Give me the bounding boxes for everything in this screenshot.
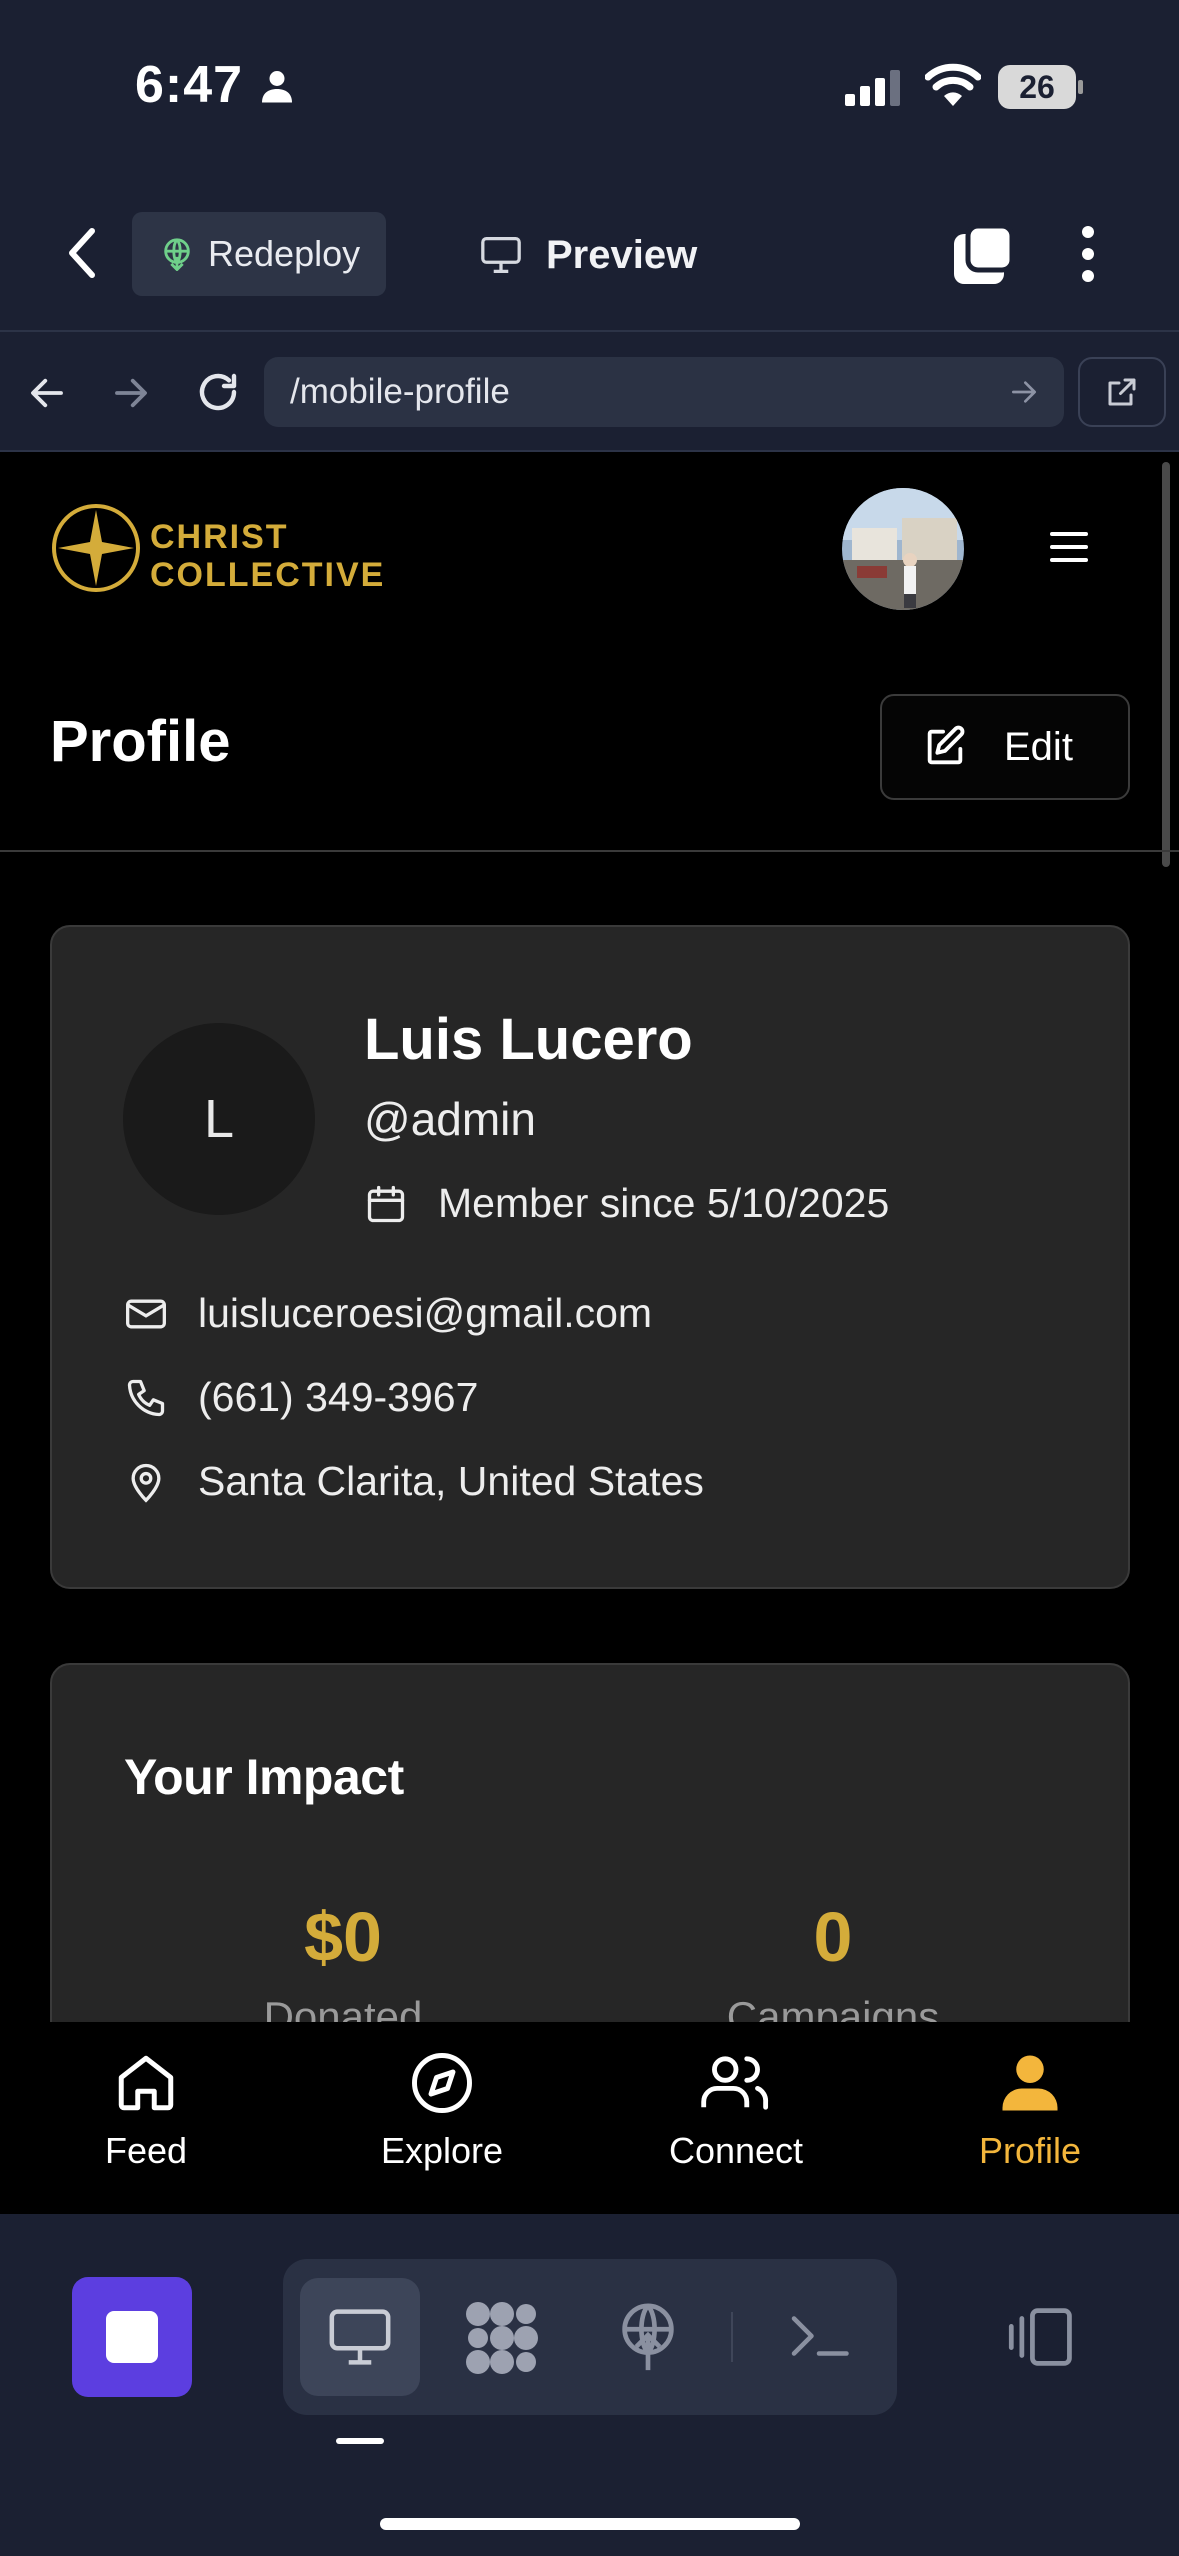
tab-connect[interactable]: Connect [626,2050,846,2172]
impact-title: Your Impact [124,1749,404,1805]
avatar[interactable] [842,488,964,610]
phone-row: (661) 349-3967 [124,1374,478,1421]
tab-explore[interactable]: Explore [332,2050,552,2172]
user-name: Luis Lucero [364,1007,693,1072]
member-since: Member since 5/10/2025 [364,1180,889,1227]
status-time: 6:47 [135,55,295,115]
tool-separator [731,2312,733,2362]
edit-button[interactable]: Edit [880,694,1130,800]
deploy-globe-icon[interactable] [612,2300,684,2381]
person-icon [261,71,292,103]
brand-star-logo [50,502,142,599]
compass-icon [412,2053,472,2113]
external-link-icon [1108,378,1136,406]
tab-feed[interactable]: Feed [36,2050,256,2172]
map-pin-icon [131,1463,161,1503]
users-icon [701,2056,769,2110]
monitor-tool-icon[interactable] [326,2306,394,2373]
browser-forward-icon[interactable] [110,372,152,419]
user-handle: @admin [364,1093,536,1145]
globe-deploy-icon [164,238,190,271]
battery-cap [1078,80,1083,94]
user-icon [1002,2055,1058,2111]
stop-icon [106,2311,158,2363]
signal-icon [845,68,905,113]
email-row: luisluceroesi@gmail.com [124,1290,652,1337]
active-tool-indicator [336,2438,384,2444]
tab-profile[interactable]: Profile [920,2050,1140,2172]
tabs-icon[interactable] [952,223,1015,291]
home-icon [118,2055,174,2111]
apps-grid-icon[interactable] [464,2300,540,2381]
edit-icon [927,725,965,765]
browser-back-icon[interactable] [26,372,68,419]
phone-icon [127,1379,165,1416]
header-divider-line [0,850,1179,852]
url-go-icon[interactable] [1008,376,1040,413]
more-vertical-icon[interactable] [1078,224,1098,289]
edit-label: Edit [1004,724,1073,769]
terminal-icon[interactable] [786,2306,852,2371]
wifi-icon [924,62,982,113]
scrollbar[interactable] [1162,462,1170,867]
header-divider [0,330,1179,332]
stat-donated-value: $0 [304,1898,382,1976]
location-row: Santa Clarita, United States [124,1458,704,1505]
redeploy-button[interactable]: Redeploy [132,212,386,296]
url-input[interactable]: /mobile-profile [264,357,1064,427]
stat-campaigns-value: 0 [813,1898,853,1976]
back-chevron-icon[interactable] [60,225,104,286]
mail-icon [126,1299,166,1328]
split-view-icon[interactable] [1006,2304,1080,2375]
hamburger-menu-icon[interactable] [1050,530,1092,569]
page-title: Profile [50,709,231,774]
stop-button[interactable] [72,2277,192,2397]
reload-icon[interactable] [194,368,242,421]
profile-initial-avatar: L [123,1023,315,1215]
brand-name[interactable]: CHRIST COLLECTIVE [150,518,385,594]
preview-tab[interactable]: Preview [478,222,697,288]
open-external-button[interactable] [1078,357,1166,427]
calendar-icon [367,1185,405,1222]
home-indicator[interactable] [380,2518,800,2530]
battery-icon: 26 [998,65,1076,109]
monitor-icon [481,236,521,273]
